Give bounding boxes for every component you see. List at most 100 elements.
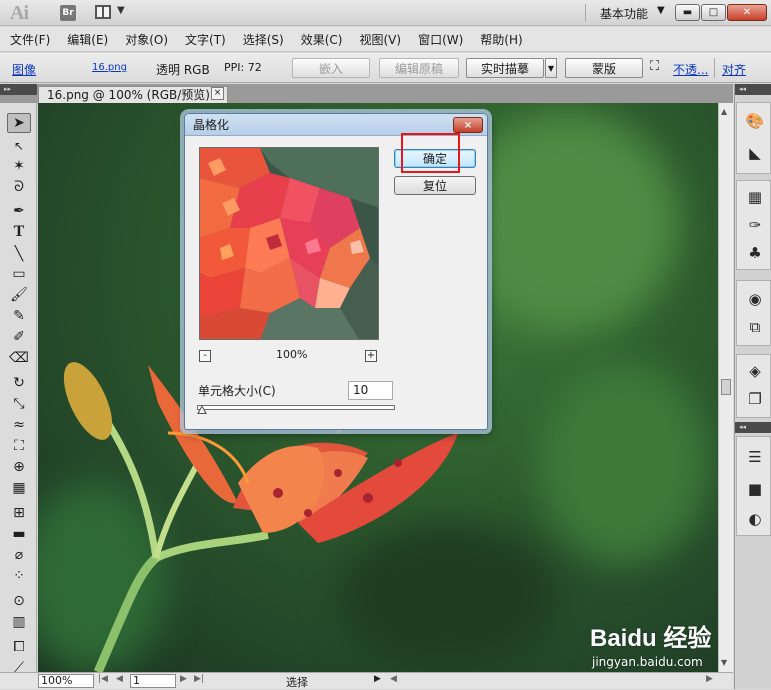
magic-wand-tool-icon[interactable]: ✶ (7, 156, 31, 176)
embed-button[interactable]: 嵌入 (292, 58, 370, 78)
minimize-button[interactable]: ▬ (675, 4, 700, 21)
watermark-brand: Baidu 经验 (590, 625, 712, 652)
line-tool-icon[interactable]: ╲ (7, 244, 31, 264)
artboard-select[interactable]: 1 (130, 674, 176, 688)
menu-help[interactable]: 帮助(H) (480, 31, 522, 48)
status-menu-icon[interactable]: ▶ (374, 674, 381, 684)
mesh-tool-icon[interactable]: ⊞ (7, 503, 31, 523)
collapse-toolbar-icon[interactable]: ▸▸ (0, 84, 37, 95)
slider-handle[interactable] (197, 405, 207, 414)
cell-size-slider[interactable] (197, 405, 395, 410)
artboards-panel-icon[interactable]: ❐ (745, 389, 765, 409)
opacity-link[interactable]: 不透... (673, 61, 708, 78)
collapse-dock-icon[interactable]: ◂◂ (735, 422, 771, 433)
scroll-left-icon[interactable]: ◀ (390, 674, 397, 684)
menu-window[interactable]: 窗口(W) (418, 31, 463, 48)
arrange-documents-icon[interactable] (95, 5, 111, 19)
close-window-button[interactable]: ✕ (727, 4, 767, 21)
pen-tool-icon[interactable]: ✒ (7, 201, 31, 221)
zoom-out-button[interactable]: - (199, 350, 211, 362)
blob-brush-tool-icon[interactable]: ✐ (7, 327, 31, 347)
layers-panel-icon[interactable]: ◈ (745, 361, 765, 381)
filter-preview[interactable] (199, 147, 379, 340)
cell-size-label: 单元格大小(C) (198, 384, 276, 398)
scroll-up-icon[interactable]: ▲ (721, 107, 727, 116)
paintbrush-tool-icon[interactable]: 🖌 (7, 285, 31, 305)
preview-zoom-label: 100% (276, 348, 308, 361)
transparency-panel-icon[interactable]: ◐ (745, 509, 765, 529)
panel-group: ▦ ✑ ♣ (736, 180, 771, 270)
prev-artboard-icon[interactable]: ◀ (116, 674, 123, 684)
bridge-button[interactable]: Br (60, 5, 76, 21)
mask-button[interactable]: 蒙版 (565, 58, 643, 78)
color-panel-icon[interactable]: 🎨 (745, 111, 765, 131)
menu-effect[interactable]: 效果(C) (301, 31, 343, 48)
warp-tool-icon[interactable]: ≈ (7, 415, 31, 435)
stroke-panel-icon[interactable]: ☰ (745, 447, 765, 467)
eyedropper-tool-icon[interactable]: ⌀ (7, 545, 31, 565)
status-bar: 100% |◀ ◀ 1 ▶ ▶| 选择 ▶ ◀ ▶ (0, 672, 733, 689)
type-tool-icon[interactable]: T (7, 222, 31, 242)
menu-file[interactable]: 文件(F) (10, 31, 50, 48)
blend-tool-icon[interactable]: ⁘ (7, 566, 31, 586)
zoom-in-button[interactable]: + (365, 350, 377, 362)
menu-type[interactable]: 文字(T) (185, 31, 226, 48)
appearance-panel-icon[interactable]: ◉ (745, 289, 765, 309)
next-artboard-icon[interactable]: ▶ (180, 674, 187, 684)
scale-tool-icon[interactable]: ⤡ (7, 394, 31, 414)
free-transform-tool-icon[interactable]: ⛶ (7, 436, 31, 456)
zoom-select[interactable]: 100% (38, 674, 94, 688)
align-link[interactable]: 对齐 (722, 61, 746, 78)
symbol-sprayer-tool-icon[interactable]: ⊙ (7, 591, 31, 611)
chevron-down-icon[interactable]: ▼ (117, 5, 125, 16)
menu-select[interactable]: 选择(S) (243, 31, 284, 48)
graphic-styles-icon[interactable]: ⧉ (745, 317, 765, 337)
first-artboard-icon[interactable]: |◀ (98, 674, 108, 684)
symbols-panel-icon[interactable]: ♣ (745, 243, 765, 263)
swatches-panel-icon[interactable]: ▦ (745, 187, 765, 207)
object-type-link[interactable]: 图像 (12, 61, 36, 78)
gradient-panel-icon[interactable]: ■ (745, 479, 765, 499)
eraser-tool-icon[interactable]: ⌫ (7, 348, 31, 368)
edit-original-button[interactable]: 编辑原稿 (379, 58, 459, 78)
vertical-scrollbar[interactable]: ▲ ▼ (718, 103, 733, 672)
watermark: Baidu 经验 jingyan.baidu.com (590, 618, 730, 669)
gradient-tool-icon[interactable]: ▬ (7, 524, 31, 544)
rectangle-tool-icon[interactable]: ▭ (7, 264, 31, 284)
column-graph-tool-icon[interactable]: ▥ (7, 612, 31, 632)
file-name-link[interactable]: 16.png (92, 62, 127, 73)
live-trace-button[interactable]: 实时描摹 (466, 58, 544, 78)
maximize-button[interactable]: □ (701, 4, 726, 21)
lasso-tool-icon[interactable]: ᘐ (7, 177, 31, 197)
transform-icon[interactable]: ⛶ (650, 59, 659, 74)
document-tab[interactable]: 16.png @ 100% (RGB/预览) (38, 86, 228, 103)
menu-view[interactable]: 视图(V) (359, 31, 401, 48)
close-icon[interactable]: × (211, 87, 224, 100)
reset-button[interactable]: 复位 (394, 176, 476, 195)
menu-edit[interactable]: 编辑(E) (67, 31, 108, 48)
scroll-thumb[interactable] (721, 379, 731, 395)
ppi-label: PPI: 72 (224, 61, 262, 74)
perspective-grid-tool-icon[interactable]: ▦ (7, 478, 31, 498)
collapse-dock-icon[interactable]: ◂◂ (735, 84, 771, 95)
divider (714, 58, 715, 78)
workspace-switcher[interactable]: 基本功能 (600, 5, 648, 22)
panel-group: ☰ ■ ◐ (736, 436, 771, 536)
cell-size-input[interactable]: 10 (348, 381, 393, 400)
live-trace-dropdown[interactable]: ▼ (545, 58, 557, 78)
menu-object[interactable]: 对象(O) (125, 31, 168, 48)
color-guide-icon[interactable]: ◣ (745, 143, 765, 163)
dialog-close-button[interactable]: × (453, 117, 483, 133)
direct-selection-tool-icon[interactable]: ↖ (7, 136, 31, 156)
panel-group: 🎨 ◣ (736, 102, 771, 174)
scroll-right-icon[interactable]: ▶ (706, 674, 713, 684)
control-bar: 图像 16.png 透明 RGB PPI: 72 嵌入 编辑原稿 实时描摹 ▼ … (0, 53, 771, 83)
shape-builder-tool-icon[interactable]: ⊕ (7, 457, 31, 477)
rotate-tool-icon[interactable]: ↻ (7, 373, 31, 393)
selection-tool-icon[interactable]: ➤ (7, 113, 31, 133)
brushes-panel-icon[interactable]: ✑ (745, 215, 765, 235)
chevron-down-icon[interactable]: ▼ (657, 5, 665, 16)
artboard-tool-icon[interactable]: ⧠ (7, 637, 31, 657)
last-artboard-icon[interactable]: ▶| (194, 674, 204, 684)
pencil-tool-icon[interactable]: ✎ (7, 306, 31, 326)
